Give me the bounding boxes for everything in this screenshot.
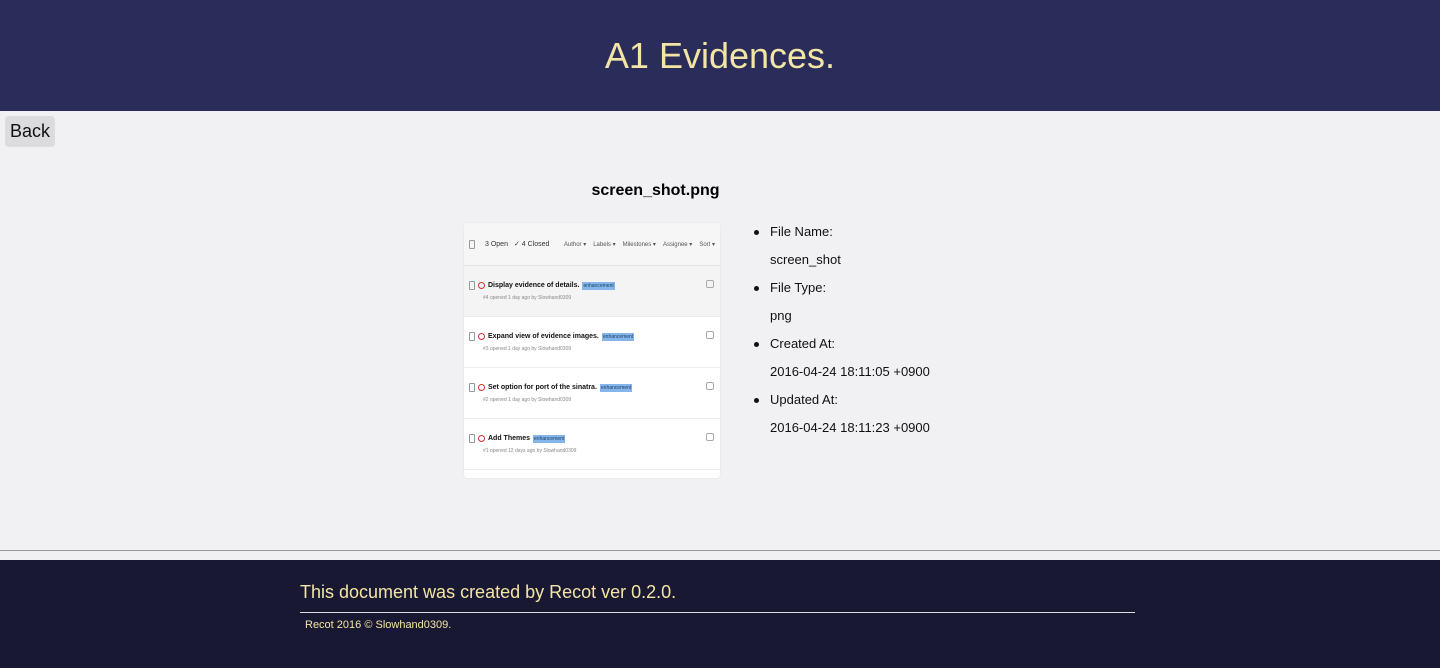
footer-divider-line <box>0 550 1440 551</box>
issue-meta: #2 opened 1 day ago by Slowhand0309 <box>483 397 572 403</box>
thumbnail-issue-row: Display evidence of details. enhancement… <box>464 266 720 317</box>
bullet-icon <box>754 230 759 235</box>
filter-labels: Labels ▾ <box>593 241 616 248</box>
issue-label: enhancement <box>533 434 566 443</box>
created-at-label: Created At: <box>770 336 836 351</box>
bullet-icon <box>754 398 759 403</box>
footer-divider <box>300 612 1135 613</box>
checkbox-icon <box>469 332 475 341</box>
thumbnail-issue-header: 3 Open ✓ 4 Closed Author ▾ Labels ▾ Mile… <box>464 223 720 266</box>
file-name-value: screen_shot <box>770 252 841 267</box>
issue-meta: #1 opened 12 days ago by Slowhand0309 <box>483 448 577 454</box>
back-button[interactable]: Back <box>5 116 56 147</box>
issue-meta: #3 opened 1 day ago by Slowhand0309 <box>483 346 572 352</box>
file-type-value: png <box>770 308 792 323</box>
evidence-file-title: screen_shot.png <box>591 182 720 199</box>
footer-copyright: Recot 2016 © Slowhand0309. <box>305 619 452 631</box>
issue-label: enhancement <box>599 383 633 392</box>
comment-icon <box>706 331 714 339</box>
thumbnail-issue-row: Add Themes enhancement #1 opened 12 days… <box>464 419 720 470</box>
issue-title: Add Themes <box>488 435 531 442</box>
closed-count: ✓ 4 Closed <box>513 241 550 248</box>
issue-label: enhancement <box>582 281 615 290</box>
created-at-value: 2016-04-24 18:11:05 +0900 <box>770 364 930 379</box>
issue-title: Display evidence of details. <box>488 282 580 289</box>
filter-milestones: Milestones ▾ <box>622 241 656 248</box>
bullet-icon <box>754 286 759 291</box>
page-header: A1 Evidences. <box>0 0 1440 111</box>
filter-sort: Sort ▾ <box>699 241 715 248</box>
checkbox-icon <box>469 434 475 443</box>
file-type-label: File Type: <box>770 280 827 295</box>
issue-title: Expand view of evidence images. <box>488 333 599 340</box>
open-count: 3 Open <box>485 240 508 248</box>
evidence-details-list: File Name: screen_shot File Type: png Cr… <box>754 222 930 446</box>
evidence-image[interactable]: 3 Open ✓ 4 Closed Author ▾ Labels ▾ Mile… <box>464 223 720 478</box>
created-at-item: Created At: <box>754 334 930 362</box>
page-footer: This document was created by Recot ver 0… <box>0 560 1440 668</box>
filter-assignee: Assignee ▾ <box>662 241 693 248</box>
comment-icon <box>706 382 714 390</box>
file-name-label: File Name: <box>770 224 833 239</box>
checkbox-icon <box>469 239 475 249</box>
comment-icon <box>706 433 714 441</box>
checkbox-icon <box>469 281 475 290</box>
thumbnail-issue-row: Expand view of evidence images. enhancem… <box>464 317 720 368</box>
file-name-item: File Name: <box>754 222 930 250</box>
updated-at-item: Updated At: <box>754 390 930 418</box>
bullet-icon <box>754 342 759 347</box>
updated-at-label: Updated At: <box>770 392 838 407</box>
page-title: A1 Evidences. <box>604 34 836 76</box>
footer-credit: This document was created by Recot ver 0… <box>300 582 677 602</box>
updated-at-value: 2016-04-24 18:11:23 +0900 <box>770 420 930 435</box>
comment-icon <box>706 280 714 288</box>
issue-label: enhancement <box>601 332 635 341</box>
checkbox-icon <box>469 383 475 392</box>
issue-open-icon <box>478 333 485 340</box>
issue-open-icon <box>478 282 485 289</box>
issue-open-icon <box>478 435 485 442</box>
issue-open-icon <box>478 384 485 391</box>
issue-title: Set option for port of the sinatra. <box>488 384 597 391</box>
issue-meta: #4 opened 1 day ago by Slowhand0309 <box>483 295 572 301</box>
thumbnail-issue-row: Set option for port of the sinatra. enha… <box>464 368 720 419</box>
filter-author: Author ▾ <box>563 241 587 248</box>
file-type-item: File Type: <box>754 278 930 306</box>
